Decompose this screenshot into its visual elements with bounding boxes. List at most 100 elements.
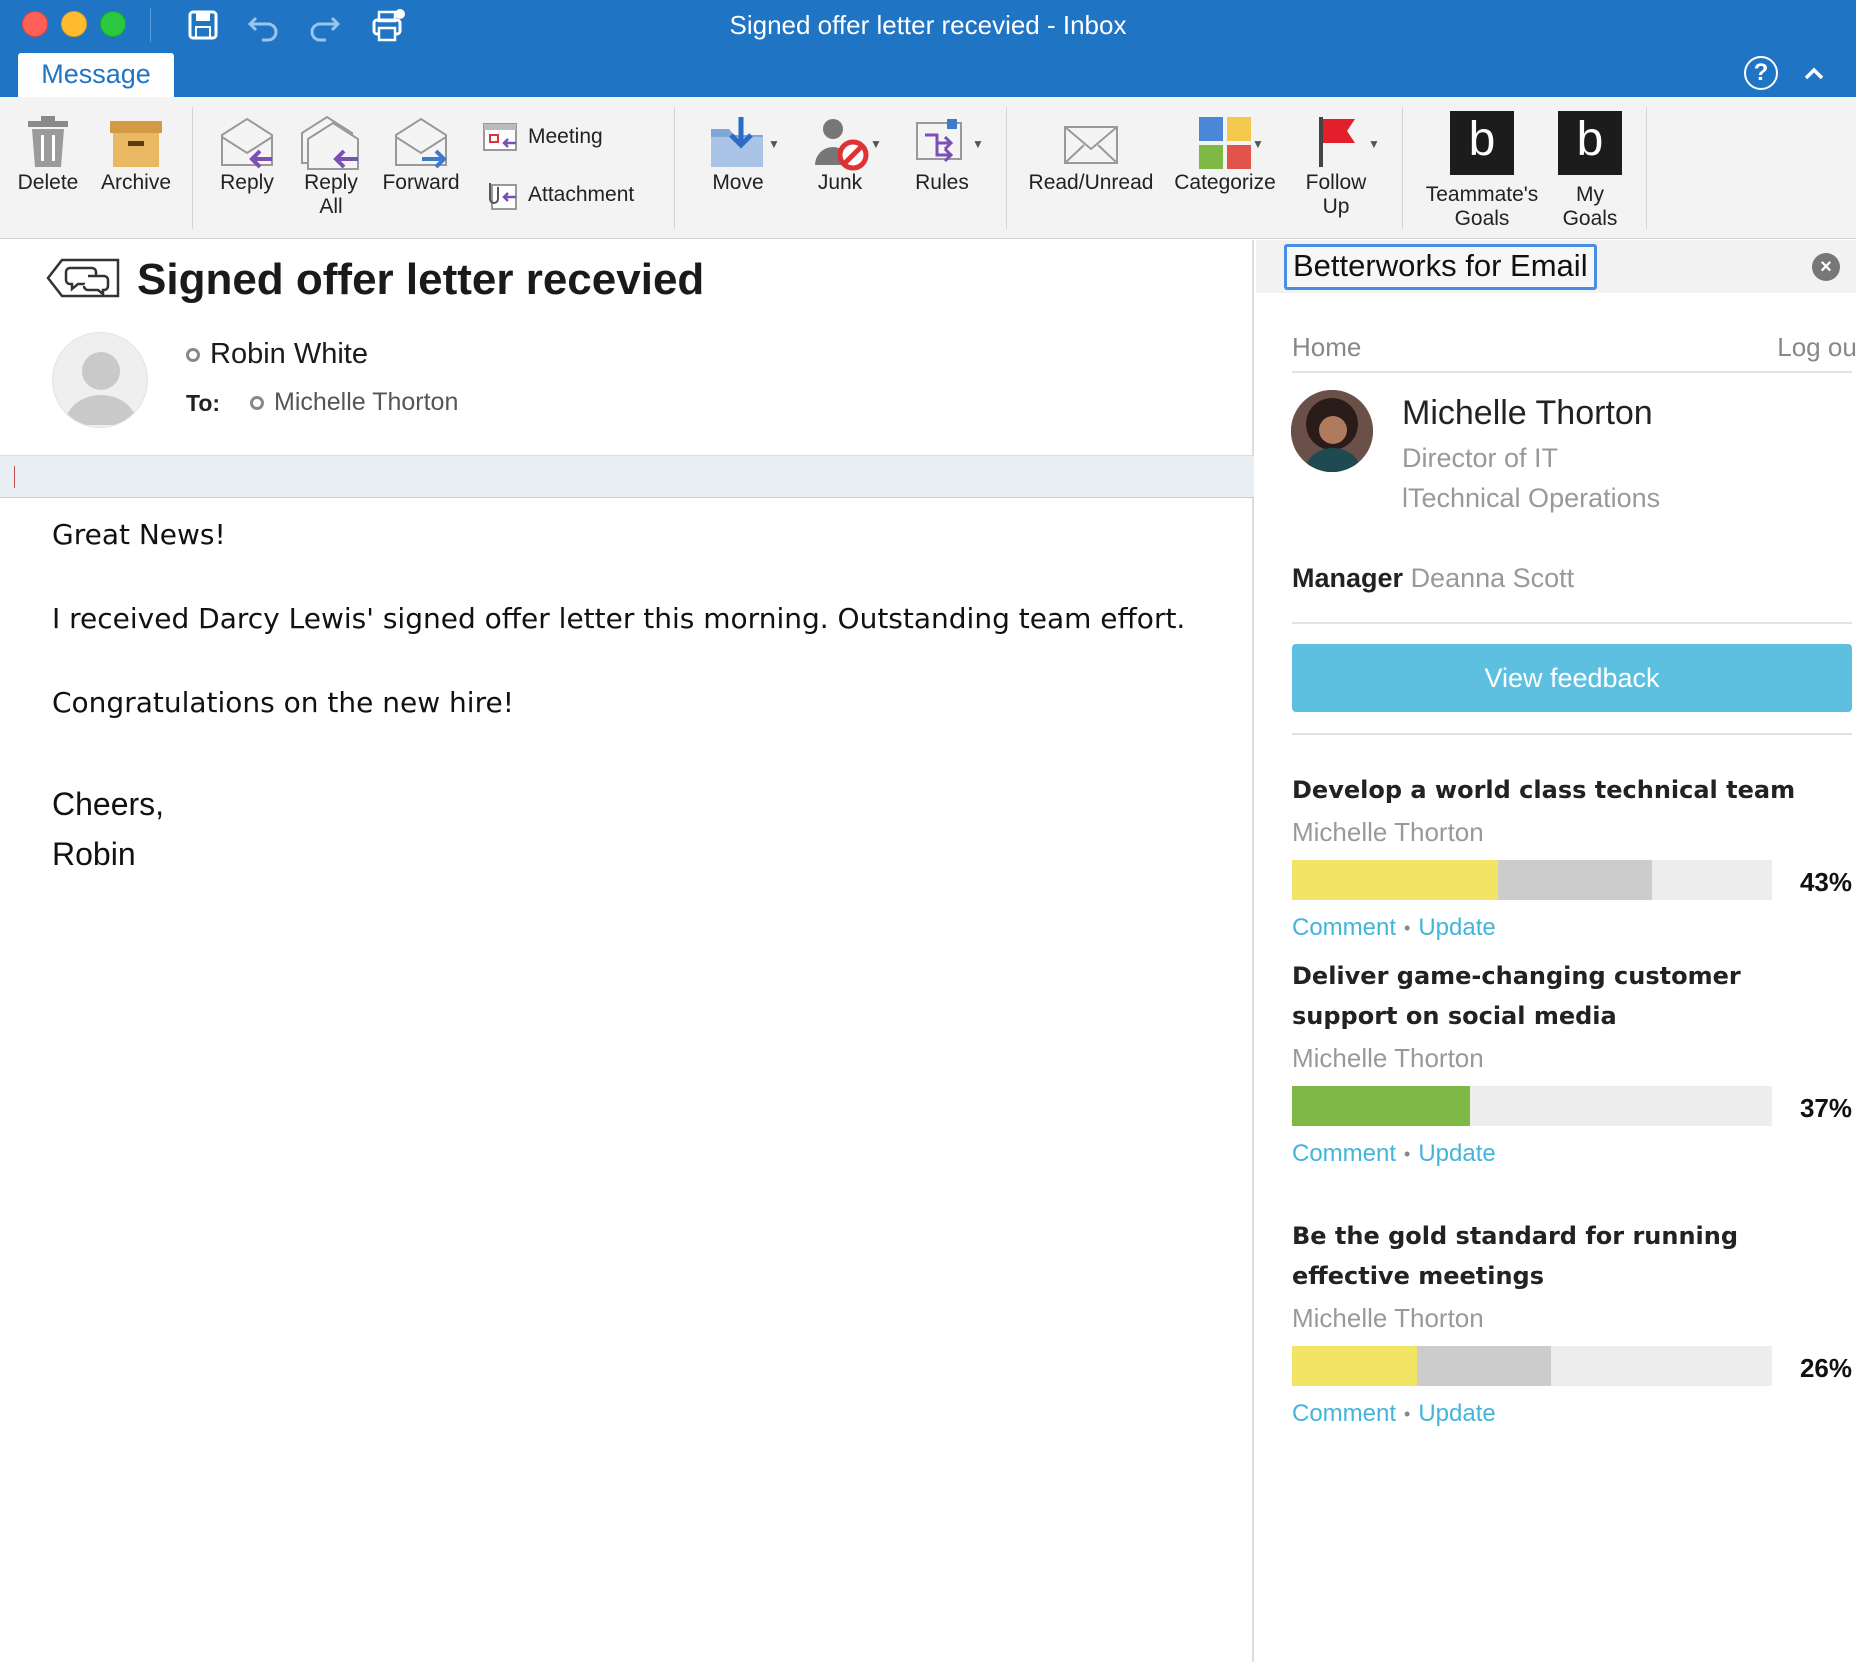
- recipient[interactable]: Michelle Thorton: [250, 388, 458, 417]
- rules-icon: [916, 119, 962, 163]
- forward-button[interactable]: Forward: [376, 115, 466, 195]
- signature-line: Cheers,: [52, 786, 165, 822]
- body-line: Great News!: [52, 518, 226, 551]
- goal-progress-bar: [1292, 1346, 1772, 1386]
- rules-label: Rules: [915, 171, 969, 194]
- betterworks-logo-icon: b: [1450, 111, 1514, 175]
- move-button[interactable]: Move: [696, 115, 780, 195]
- sidebar-title: Betterworks for Email: [1284, 244, 1597, 290]
- goal-title[interactable]: Develop a world class technical team: [1292, 770, 1852, 810]
- manager-row: Manager Deanna Scott: [1292, 563, 1574, 594]
- goal-owner: Michelle Thorton: [1292, 1043, 1484, 1073]
- goal-title[interactable]: Be the gold standard for running effecti…: [1292, 1216, 1852, 1296]
- envelope-icon: [1064, 126, 1118, 164]
- profile-photo: [1291, 390, 1373, 472]
- sender-name[interactable]: Robin White: [186, 338, 368, 371]
- profile-name: Michelle Thorton: [1402, 394, 1653, 432]
- nav-home-link[interactable]: Home: [1292, 332, 1361, 363]
- message-info-bar: [0, 455, 1254, 498]
- move-label: Move: [712, 171, 764, 194]
- meeting-button[interactable]: Meeting: [482, 121, 603, 153]
- meeting-calendar-icon: [483, 123, 517, 151]
- sidebar-header: Betterworks for Email ×: [1256, 240, 1856, 293]
- ribbon-divider: [1006, 107, 1007, 229]
- goal-owner: Michelle Thorton: [1292, 1303, 1484, 1333]
- presence-status-icon: [250, 395, 264, 410]
- rules-button[interactable]: Rules: [902, 115, 982, 195]
- help-icon[interactable]: ?: [1744, 56, 1778, 90]
- collapse-ribbon-icon[interactable]: [1800, 60, 1828, 88]
- ribbon-divider: [1402, 107, 1403, 229]
- body-line: Congratulations on the new hire!: [52, 686, 514, 719]
- manager-name: Deanna Scott: [1410, 563, 1575, 593]
- window-title: Signed offer letter recevied - Inbox: [729, 10, 1127, 40]
- follow-up-dropdown-arrow[interactable]: ▼: [1368, 137, 1380, 151]
- delete-button[interactable]: Delete: [12, 115, 84, 195]
- update-link[interactable]: Update: [1418, 1140, 1495, 1167]
- goal-card: Deliver game-changing customer support o…: [1292, 956, 1852, 1168]
- follow-up-label-1: Follow: [1305, 171, 1367, 194]
- move-dropdown-arrow[interactable]: ▼: [768, 137, 780, 151]
- profile-photo-image: [1291, 390, 1373, 472]
- attachment-button[interactable]: Attachment: [482, 179, 634, 211]
- betterworks-logo-icon: b: [1558, 111, 1622, 175]
- tab-message[interactable]: Message: [18, 53, 174, 97]
- ribbon-divider: [192, 107, 193, 229]
- flag-icon: [1319, 117, 1355, 167]
- reply-icon: [221, 117, 273, 169]
- junk-dropdown-arrow[interactable]: ▼: [870, 137, 882, 151]
- goal-card: Develop a world class technical team Mic…: [1292, 770, 1852, 942]
- categorize-icon: [1199, 117, 1251, 169]
- rules-dropdown-arrow[interactable]: ▼: [972, 137, 984, 151]
- reply-button[interactable]: Reply: [208, 115, 286, 195]
- follow-up-button[interactable]: Follow Up: [1292, 115, 1380, 219]
- reply-all-button[interactable]: Reply All: [292, 115, 370, 219]
- reply-all-label-2: All: [319, 195, 343, 218]
- goal-percent: 26%: [1799, 1353, 1852, 1383]
- update-link[interactable]: Update: [1418, 914, 1495, 941]
- comment-link[interactable]: Comment: [1292, 914, 1396, 941]
- comment-link[interactable]: Comment: [1292, 1140, 1396, 1167]
- profile-role: Director of IT: [1402, 443, 1559, 473]
- presence-status-icon: [186, 347, 200, 362]
- divider: [1292, 733, 1852, 735]
- sender-name-text: Robin White: [210, 338, 368, 370]
- ribbon-divider: [674, 107, 675, 229]
- goal-progress-fill: [1292, 1086, 1470, 1126]
- read-unread-label: Read/Unread: [1028, 171, 1154, 194]
- reading-pane: Signed offer letter recevied Robin White…: [0, 240, 1254, 1662]
- teammates-goals-button[interactable]: b Teammate's Goals: [1418, 111, 1546, 231]
- divider: [1292, 622, 1852, 624]
- goal-progress-fill: [1292, 860, 1498, 900]
- email-subject: Signed offer letter recevied: [137, 255, 705, 304]
- goal-card: Be the gold standard for running effecti…: [1292, 1216, 1852, 1428]
- view-feedback-button[interactable]: View feedback: [1292, 644, 1852, 712]
- update-link[interactable]: Update: [1418, 1400, 1495, 1427]
- close-icon[interactable]: ×: [1812, 253, 1840, 281]
- goal-title[interactable]: Deliver game-changing customer support o…: [1292, 956, 1852, 1036]
- archive-box-icon: [110, 121, 162, 167]
- reply-label: Reply: [220, 171, 274, 194]
- junk-icon: [815, 119, 869, 171]
- junk-button[interactable]: Junk: [800, 115, 880, 195]
- recipient-name: Michelle Thorton: [274, 388, 459, 416]
- my-goals-label-2: Goals: [1562, 207, 1618, 230]
- meeting-label: Meeting: [528, 125, 603, 148]
- my-goals-button[interactable]: b My Goals: [1554, 111, 1626, 231]
- read-unread-button[interactable]: Read/Unread: [1024, 115, 1158, 195]
- ribbon-toolbar: Delete Archive Reply Reply All Forward M…: [0, 97, 1856, 239]
- forward-icon: [395, 117, 447, 169]
- sender-avatar: [52, 332, 148, 428]
- categorize-button[interactable]: Categorize: [1166, 115, 1284, 195]
- to-label: To:: [186, 390, 221, 416]
- ribbon-divider: [1646, 107, 1647, 229]
- comment-link[interactable]: Comment: [1292, 1400, 1396, 1427]
- nav-logout-link[interactable]: Log out: [1777, 332, 1856, 363]
- categorize-dropdown-arrow[interactable]: ▼: [1252, 137, 1264, 151]
- goal-percent: 37%: [1799, 1093, 1852, 1123]
- conversation-icon[interactable]: [46, 258, 120, 298]
- goal-percent: 43%: [1799, 867, 1852, 897]
- teammates-goals-label-2: Goals: [1454, 207, 1510, 230]
- goal-progress-bar: [1292, 1086, 1772, 1126]
- archive-button[interactable]: Archive: [96, 115, 176, 195]
